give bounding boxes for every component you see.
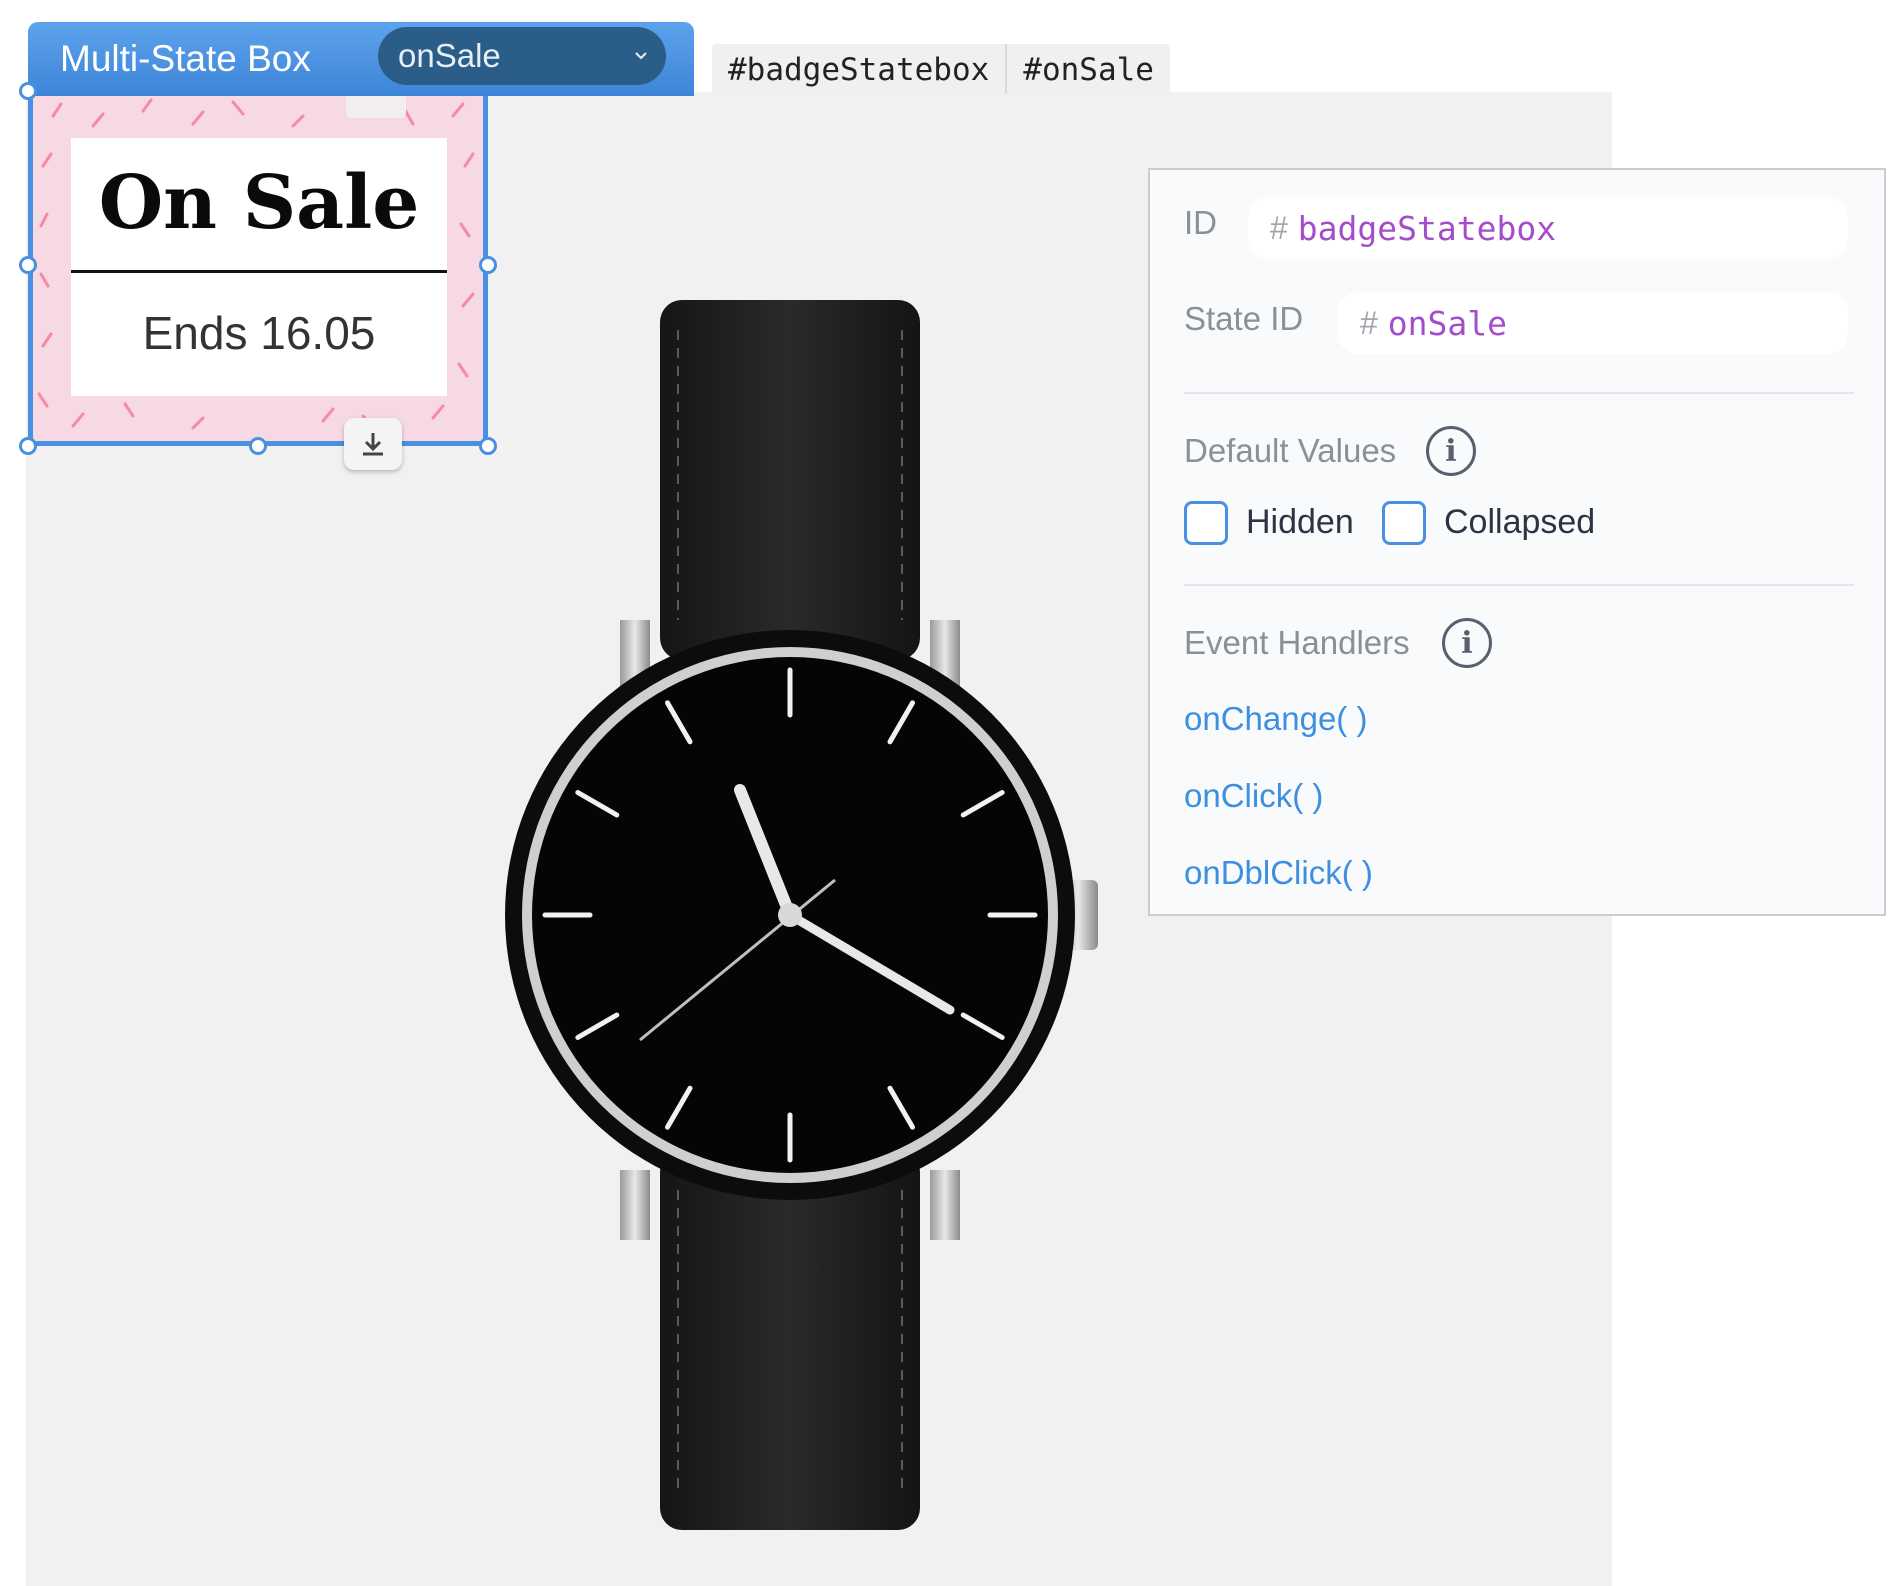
sprinkle bbox=[291, 114, 305, 128]
state-id-value: onSale bbox=[1387, 303, 1508, 343]
multi-state-box-toolbar[interactable]: Multi-State Box onSale bbox=[28, 22, 694, 96]
default-values-label: Default Values bbox=[1184, 432, 1397, 469]
sprinkle bbox=[451, 102, 465, 118]
sprinkle bbox=[461, 292, 475, 308]
resize-handle-bottom[interactable] bbox=[249, 437, 267, 455]
sale-badge-statebox[interactable]: On Sale Ends 16.05 bbox=[28, 96, 488, 446]
watch-image[interactable] bbox=[490, 290, 1140, 1540]
sprinkle bbox=[191, 110, 205, 126]
divider bbox=[1184, 392, 1854, 394]
sprinkle bbox=[51, 102, 63, 118]
sprinkle bbox=[403, 108, 415, 126]
resize-handle-left[interactable] bbox=[19, 256, 37, 274]
sprinkle bbox=[431, 404, 445, 420]
download-icon bbox=[363, 433, 383, 456]
state-id-tag: #onSale bbox=[1005, 44, 1170, 94]
statebox-id-tag: #badgeStatebox bbox=[728, 52, 990, 88]
divider bbox=[1184, 584, 1854, 586]
sprinkle bbox=[37, 392, 49, 408]
badge-title: On Sale bbox=[98, 160, 420, 246]
state-dropdown-value: onSale bbox=[398, 37, 501, 74]
sprinkle bbox=[191, 416, 205, 430]
sprinkle bbox=[71, 412, 85, 428]
info-icon[interactable]: i bbox=[1442, 618, 1492, 668]
state-id-label: State ID bbox=[1184, 300, 1304, 337]
hash-icon: # bbox=[1270, 209, 1288, 246]
element-type-label: Multi-State Box bbox=[60, 38, 311, 79]
badge-subtitle: Ends 16.05 bbox=[142, 307, 376, 359]
badge-top-tab[interactable] bbox=[346, 96, 406, 118]
state-dropdown[interactable]: onSale bbox=[378, 27, 666, 85]
event-handlers-label: Event Handlers bbox=[1184, 624, 1410, 661]
stretch-button[interactable] bbox=[344, 418, 402, 470]
id-field[interactable]: # badgeStatebox bbox=[1248, 197, 1848, 259]
sprinkle bbox=[39, 272, 50, 288]
sprinkle bbox=[457, 362, 469, 378]
sprinkle bbox=[463, 152, 475, 168]
badge-divider bbox=[71, 270, 447, 273]
hidden-label: Hidden bbox=[1246, 503, 1354, 541]
sprinkle bbox=[231, 100, 245, 116]
collapsed-checkbox[interactable] bbox=[1382, 501, 1426, 545]
collapsed-label: Collapsed bbox=[1444, 503, 1596, 541]
hidden-checkbox[interactable] bbox=[1184, 501, 1228, 545]
hash-icon: # bbox=[1360, 304, 1378, 341]
sprinkle bbox=[41, 152, 53, 168]
resize-handle-bottom-left[interactable] bbox=[19, 437, 37, 455]
element-id-tags: #badgeStatebox #onSale bbox=[712, 44, 1170, 94]
ondblclick-handler-link[interactable]: onDblClick( ) bbox=[1184, 854, 1373, 892]
resize-handle-bottom-right[interactable] bbox=[479, 437, 497, 455]
onclick-handler-link[interactable]: onClick( ) bbox=[1184, 777, 1323, 815]
sprinkle bbox=[459, 222, 471, 238]
badge-card: On Sale Ends 16.05 bbox=[71, 138, 447, 396]
chevron-down-icon bbox=[635, 52, 647, 60]
sprinkle bbox=[41, 332, 53, 348]
state-id-field[interactable]: # onSale bbox=[1338, 292, 1848, 354]
resize-handle-top-left[interactable] bbox=[19, 82, 37, 100]
id-value: badgeStatebox bbox=[1297, 208, 1557, 248]
sprinkle bbox=[91, 112, 105, 128]
sprinkle bbox=[123, 402, 135, 418]
sprinkle bbox=[141, 98, 153, 113]
onchange-handler-link[interactable]: onChange( ) bbox=[1184, 700, 1367, 738]
sprinkle bbox=[39, 212, 49, 228]
resize-handle-right[interactable] bbox=[479, 256, 497, 274]
info-icon[interactable]: i bbox=[1426, 426, 1476, 476]
sprinkle bbox=[321, 407, 335, 423]
properties-panel: ID # badgeStatebox State ID # onSale Def… bbox=[1148, 168, 1886, 916]
id-label: ID bbox=[1184, 204, 1217, 241]
